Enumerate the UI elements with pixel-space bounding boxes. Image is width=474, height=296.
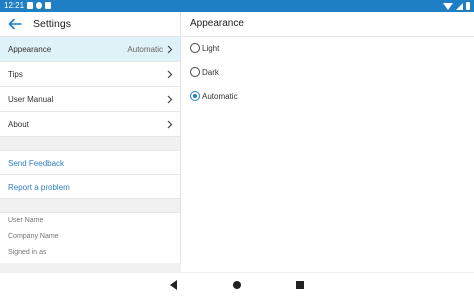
menu-item-user-manual[interactable]: User Manual [0, 87, 180, 112]
menu-item-label: About [8, 120, 29, 129]
bottom-spacer [0, 263, 181, 272]
option-label: Dark [202, 68, 219, 77]
menu-item-about[interactable]: About [0, 112, 180, 137]
nav-back-icon[interactable] [170, 280, 177, 290]
option-light[interactable]: Light [182, 37, 474, 61]
wifi-icon [443, 2, 453, 10]
radio-button-selected[interactable] [190, 91, 200, 101]
nav-home-icon[interactable] [233, 281, 241, 289]
chevron-right-icon [167, 95, 173, 104]
notification-icons [27, 2, 51, 9]
menu-item-label: Tips [8, 70, 23, 79]
menu-item-appearance[interactable]: Appearance Automatic [0, 37, 180, 62]
signed-in-row: Signed in as [0, 245, 180, 261]
send-feedback-link[interactable]: Send Feedback [0, 151, 180, 175]
appearance-panel: Appearance Light Dark Automatic [182, 12, 474, 272]
settings-header: Settings [0, 12, 180, 37]
radio-button[interactable] [190, 43, 200, 53]
section-divider [0, 199, 180, 213]
option-automatic[interactable]: Automatic [182, 85, 474, 109]
signed-in-label: Signed in as [8, 249, 47, 256]
signal-icon [456, 2, 463, 10]
nav-recents-icon[interactable] [296, 281, 304, 289]
chevron-right-icon [167, 45, 173, 54]
sd-card-icon [45, 2, 51, 9]
menu-item-value: Automatic [127, 45, 163, 54]
settings-title: Settings [33, 18, 71, 30]
report-problem-link[interactable]: Report a problem [0, 175, 180, 199]
user-name-row: User Name [0, 213, 180, 229]
menu-item-tips[interactable]: Tips [0, 62, 180, 87]
link-label: Send Feedback [8, 159, 65, 168]
menu-item-label: User Manual [8, 95, 54, 104]
appearance-header: Appearance [182, 12, 474, 37]
system-nav-bar [0, 272, 474, 296]
chevron-right-icon [167, 120, 173, 129]
chevron-right-icon [167, 70, 173, 79]
option-label: Automatic [202, 92, 238, 101]
status-bar: 12:21 [0, 0, 474, 12]
settings-panel: Settings Appearance Automatic Tips User … [0, 12, 181, 272]
back-arrow-icon[interactable] [7, 17, 23, 31]
company-name-label: Company Name [8, 233, 59, 240]
appearance-title: Appearance [190, 18, 244, 29]
user-name-label: User Name [8, 217, 44, 224]
system-icons [443, 2, 470, 10]
option-label: Light [202, 44, 220, 53]
company-name-row: Company Name [0, 229, 180, 245]
menu-item-label: Appearance [8, 45, 52, 54]
sync-icon [36, 2, 42, 9]
option-dark[interactable]: Dark [182, 61, 474, 85]
link-label: Report a problem [8, 183, 70, 192]
battery-icon [466, 2, 470, 10]
status-time: 12:21 [4, 1, 25, 10]
radio-button[interactable] [190, 67, 200, 77]
section-divider [0, 137, 180, 151]
notification-icon [27, 2, 33, 9]
